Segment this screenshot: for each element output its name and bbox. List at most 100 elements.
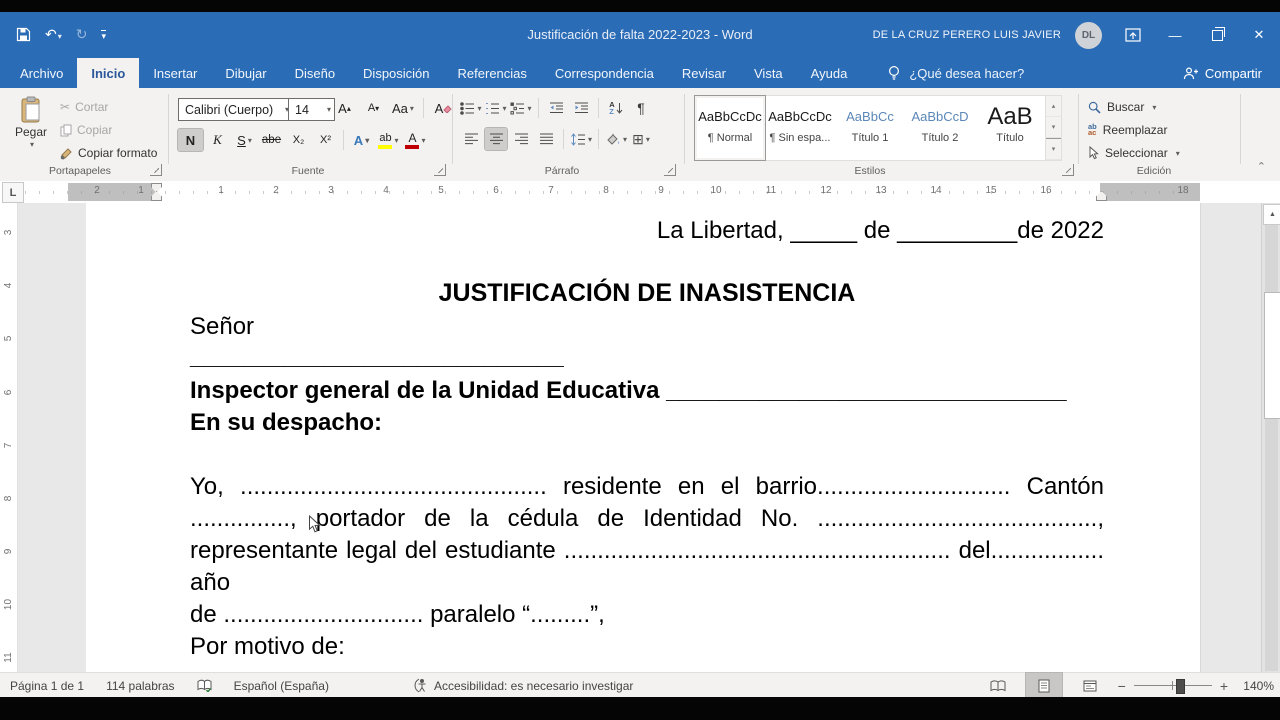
font-size-dropdown-icon[interactable]: ▾ (327, 105, 331, 114)
zoom-thumb[interactable] (1176, 679, 1185, 694)
text-effects-button[interactable]: A▾ (349, 129, 374, 151)
zoom-percentage[interactable]: 140% (1236, 679, 1274, 693)
styles-scroll-down-icon[interactable]: ▾ (1046, 117, 1061, 138)
ribbon-tab[interactable]: Dibujar (211, 58, 280, 88)
decrease-indent-button[interactable] (545, 97, 567, 119)
font-dialog-launcher[interactable] (434, 164, 446, 176)
find-dropdown-icon[interactable]: ▾ (1152, 103, 1156, 112)
justify-button[interactable] (535, 128, 557, 150)
style-card[interactable]: AaBbCcD Título 2 (905, 96, 975, 160)
proofing-icon[interactable] (197, 679, 212, 692)
paragraph-dialog-launcher[interactable] (664, 164, 676, 176)
web-layout-button[interactable] (1072, 673, 1108, 698)
show-marks-button[interactable]: ¶ (630, 97, 652, 119)
borders-button[interactable]: ⊞▾ (630, 128, 652, 150)
ribbon-display-options-icon[interactable] (1118, 12, 1148, 58)
ribbon-tab[interactable]: Correspondencia (541, 58, 668, 88)
minimize-button[interactable]: — (1154, 12, 1196, 58)
select-dropdown-icon[interactable]: ▾ (1176, 149, 1180, 158)
vertical-scrollbar[interactable]: ▲ (1261, 203, 1280, 672)
tell-me-box[interactable]: ¿Qué desea hacer? (887, 58, 1024, 88)
ribbon-tab[interactable]: Disposición (349, 58, 443, 88)
align-left-button[interactable] (460, 128, 482, 150)
ribbon-tab[interactable]: Referencias (444, 58, 541, 88)
font-family-combo[interactable]: Calibri (Cuerpo)▾ (178, 98, 293, 121)
multilevel-list-button[interactable]: ▾ (510, 97, 532, 119)
styles-dialog-launcher[interactable] (1062, 164, 1074, 176)
font-color-button[interactable]: A▾ (403, 129, 428, 151)
collapse-ribbon-icon[interactable]: ⌃ (1257, 160, 1266, 173)
zoom-out-button[interactable]: − (1118, 678, 1126, 694)
underline-button[interactable]: S▾ (232, 129, 257, 151)
close-button[interactable]: ✕ (1238, 12, 1280, 58)
ribbon-tab[interactable]: Ayuda (797, 58, 862, 88)
find-button[interactable]: Buscar ▾ (1088, 96, 1156, 118)
styles-scroll-up-icon[interactable]: ▴ (1046, 96, 1061, 117)
print-layout-button[interactable] (1026, 673, 1062, 698)
scrollbar-thumb[interactable] (1264, 292, 1280, 419)
select-button[interactable]: Seleccionar ▾ (1088, 142, 1180, 164)
share-person-icon (1183, 66, 1198, 81)
scroll-up-icon[interactable]: ▲ (1263, 204, 1280, 225)
restore-button[interactable] (1196, 12, 1238, 58)
numbered-list-button[interactable]: ▾ (485, 97, 507, 119)
align-right-button[interactable] (510, 128, 532, 150)
align-center-button[interactable] (485, 128, 507, 150)
language-indicator[interactable]: Español (España) (234, 679, 329, 693)
bullet-list-button[interactable]: ▾ (460, 97, 482, 119)
styles-gallery-more-icon[interactable]: ▾ (1046, 138, 1061, 160)
sort-button[interactable]: A Z (605, 97, 627, 119)
paste-dropdown-icon[interactable]: ▾ (30, 140, 34, 149)
page-count[interactable]: Página 1 de 1 (10, 679, 84, 693)
grow-font-button[interactable]: A▴ (332, 97, 357, 119)
replace-button[interactable]: abac Reemplazar (1088, 119, 1167, 141)
zoom-in-button[interactable]: + (1220, 678, 1228, 694)
save-icon[interactable] (16, 27, 31, 42)
style-card[interactable]: AaBbCcDc ¶ Normal (695, 96, 765, 160)
ribbon-tab[interactable]: Inicio (77, 58, 139, 88)
ribbon-tab[interactable]: Archivo (6, 58, 77, 88)
document-page[interactable]: La Libertad, _____ de _________de 2022 J… (86, 203, 1201, 672)
style-card[interactable]: AaBbCc Título 1 (835, 96, 905, 160)
highlight-dropdown-icon[interactable]: ▾ (394, 136, 398, 145)
ribbon: Pegar ▾ ✂ Cortar Copiar Copiar formato P… (0, 88, 1280, 182)
ribbon-tab[interactable]: Revisar (668, 58, 740, 88)
ruler-number: 7 (3, 438, 14, 453)
line-spacing-button[interactable]: ▾ (570, 128, 592, 150)
ribbon-tab[interactable]: Diseño (281, 58, 349, 88)
motivo-line: Por motivo de: (190, 631, 1104, 663)
shading-button[interactable]: ▾ (605, 128, 627, 150)
word-count[interactable]: 114 palabras (106, 679, 175, 693)
customize-qat-icon[interactable]: ▾ (101, 30, 106, 40)
font-size-combo[interactable]: 14▾ (288, 98, 335, 121)
avatar[interactable]: DL (1075, 22, 1102, 49)
format-painter-button[interactable]: Copiar formato (60, 142, 157, 164)
body-paragraph: Yo, ....................................… (190, 471, 1104, 631)
underline-dropdown-icon[interactable]: ▾ (248, 136, 252, 145)
clipboard-dialog-launcher[interactable] (150, 164, 162, 176)
style-card[interactable]: AaBbCcDc ¶ Sin espa... (765, 96, 835, 160)
paste-button[interactable]: Pegar ▾ (10, 96, 52, 162)
increase-indent-button[interactable] (570, 97, 592, 119)
italic-button[interactable]: K (205, 129, 230, 151)
account-name[interactable]: DE LA CRUZ PERERO LUIS JAVIER (873, 29, 1061, 41)
accessibility-status[interactable]: Accesibilidad: es necesario investigar (413, 678, 633, 693)
strikethrough-button[interactable]: abe (259, 129, 284, 151)
superscript-button[interactable]: X² (313, 129, 338, 151)
share-button[interactable]: Compartir (1183, 58, 1262, 88)
undo-dropdown-icon[interactable]: ▾ (58, 32, 62, 41)
subscript-button[interactable]: X₂ (286, 129, 311, 151)
ribbon-tab[interactable]: Vista (740, 58, 797, 88)
highlight-button[interactable]: ab▾ (376, 129, 401, 151)
undo-button[interactable]: ↶▾ (45, 26, 62, 43)
change-case-button[interactable]: Aa▾ (390, 97, 416, 119)
zoom-slider[interactable] (1134, 673, 1212, 698)
tab-stop-selector[interactable]: L (2, 182, 24, 203)
bold-button[interactable]: N (178, 129, 203, 151)
font-color-dropdown-icon[interactable]: ▾ (421, 136, 425, 145)
shrink-font-button[interactable]: A▾ (361, 97, 386, 119)
style-card[interactable]: AaB Título (975, 96, 1045, 160)
ribbon-tab[interactable]: Insertar (139, 58, 211, 88)
ribbon-tab-row: Archivo Inicio Insertar Dibujar Diseño D… (0, 58, 1280, 88)
read-mode-button[interactable] (980, 673, 1016, 698)
